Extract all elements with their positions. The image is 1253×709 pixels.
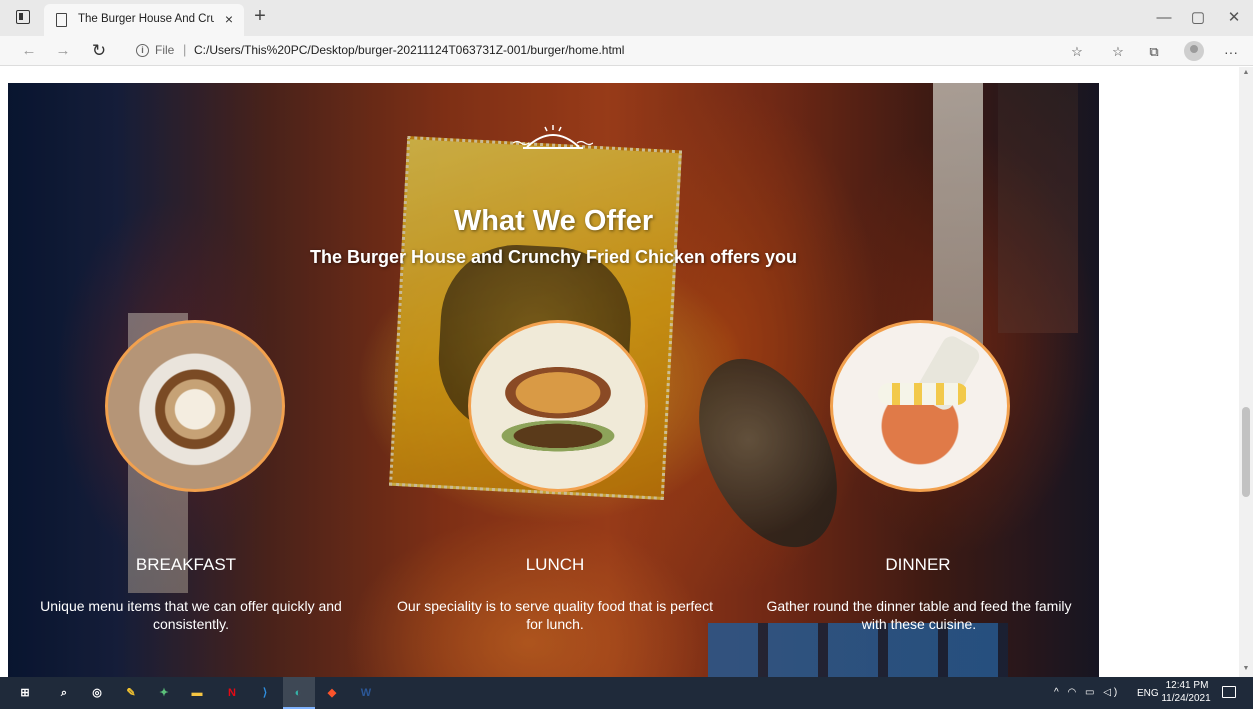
word-icon[interactable]: W [356, 683, 376, 703]
vscode-icon[interactable]: ⟩ [255, 683, 275, 703]
scroll-down-icon[interactable]: ▼ [1242, 665, 1250, 673]
notification-icon[interactable] [1222, 686, 1236, 698]
new-tab-button[interactable]: + [250, 6, 270, 27]
maximize-button[interactable]: ▢ [1186, 8, 1210, 28]
breakfast-image [105, 320, 285, 492]
url-separator: | [183, 42, 187, 57]
netflix-icon[interactable]: N [222, 683, 242, 703]
tab-title: The Burger House And Crunchy F [78, 13, 214, 25]
cloche-logo-icon [512, 121, 594, 157]
browser-tab-bar: The Burger House And Crunchy F × + — ▢ ✕ [0, 0, 1253, 36]
section-heading: What We Offer [453, 205, 654, 237]
more-icon[interactable]: ··· [1222, 43, 1240, 61]
meal-description-lunch: Our speciality is to serve quality food … [397, 598, 713, 632]
start-icon[interactable]: ⊞ [15, 683, 35, 703]
page-viewport: What We Offer The Burger House and Crunc… [0, 67, 1253, 677]
tab-actions-icon[interactable] [16, 10, 30, 24]
browser-tab[interactable]: The Burger House And Crunchy F × [44, 4, 244, 36]
chrome-icon[interactable]: ◎ [87, 683, 107, 703]
close-window-button[interactable]: ✕ [1222, 8, 1246, 28]
clock-time[interactable]: 12:41 PM [1163, 680, 1211, 691]
url-text[interactable]: C:/Users/This%20PC/Desktop/burger-202111… [194, 43, 624, 57]
search-icon[interactable]: ⌕ [54, 683, 74, 703]
forward-icon[interactable]: → [52, 40, 74, 62]
dinner-image [830, 320, 1010, 492]
app-b-icon[interactable]: ✦ [154, 683, 174, 703]
meal-description-dinner: Gather round the dinner table and feed t… [766, 598, 1072, 632]
scheme-label: File [155, 43, 175, 57]
refresh-icon[interactable]: ↻ [88, 40, 110, 62]
brave-icon[interactable]: ◆ [322, 683, 342, 703]
minimize-button[interactable]: — [1152, 8, 1176, 28]
add-favorite-icon[interactable]: ☆ [1068, 43, 1086, 61]
collections-icon[interactable]: ⧉ [1145, 43, 1163, 61]
favorites-icon[interactable]: ☆ [1109, 43, 1127, 61]
lunch-image [468, 320, 648, 492]
section-subheading: The Burger House and Crunchy Fried Chick… [309, 247, 798, 267]
url-field[interactable]: i File | C:/Users/This%20PC/Desktop/burg… [124, 39, 1074, 63]
page-icon [56, 13, 67, 27]
scroll-thumb[interactable] [1242, 407, 1250, 497]
tab-close-icon[interactable]: × [220, 10, 238, 28]
app-a-icon[interactable]: ✎ [121, 683, 141, 703]
meal-title-breakfast: BREAKFAST [135, 555, 237, 574]
clock-date[interactable]: 11/24/2021 [1158, 693, 1214, 704]
language-indicator[interactable]: ENG [1137, 688, 1159, 699]
system-tray-icons[interactable]: ^ ◠ ▭ ◁) [1054, 687, 1120, 698]
address-bar: ← → ↻ i File | C:/Users/This%20PC/Deskto… [0, 36, 1253, 66]
meal-title-lunch: LUNCH [525, 555, 585, 574]
what-we-offer-section: What We Offer The Burger House and Crunc… [8, 83, 1099, 677]
info-icon[interactable]: i [136, 44, 149, 57]
meal-title-dinner: DINNER [885, 555, 951, 574]
back-icon[interactable]: ← [18, 40, 40, 62]
file-explorer-icon[interactable]: ▬ [187, 683, 207, 703]
meal-description-breakfast: Unique menu items that we can offer quic… [40, 598, 342, 632]
edge-icon[interactable]: ◐ [288, 683, 308, 703]
page-scrollbar[interactable]: ▲ ▼ [1239, 67, 1253, 677]
windows-taskbar: ⊞ ⌕ ◎ ✎ ✦ ▬ N ⟩ ◐ ◆ W ^ ◠ ▭ ◁) ENG 12:41… [0, 677, 1253, 709]
profile-avatar[interactable] [1184, 41, 1204, 61]
scroll-up-icon[interactable]: ▲ [1242, 69, 1250, 77]
